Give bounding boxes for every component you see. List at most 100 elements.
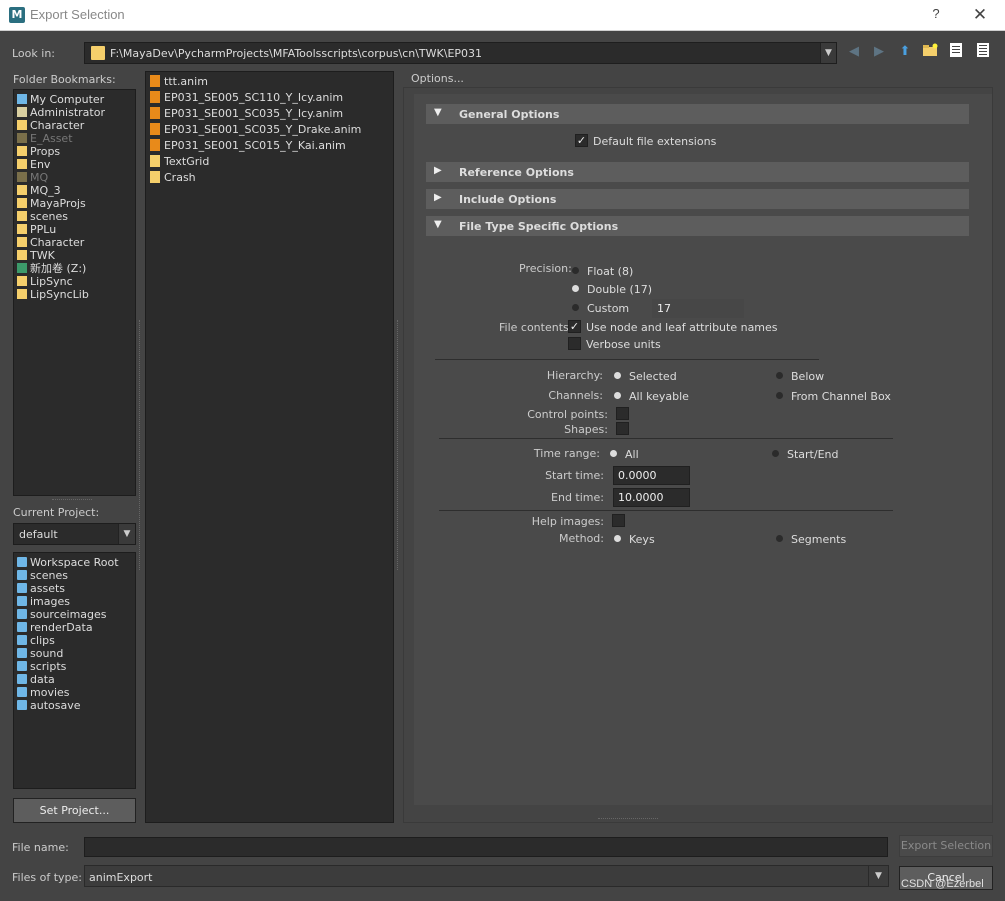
bookmark-item[interactable]: Administrator (17, 106, 105, 119)
bookmark-item[interactable]: MQ_3 (17, 184, 61, 197)
list-view-icon[interactable] (947, 43, 965, 61)
bookmark-item[interactable]: Character (17, 119, 84, 132)
chevron-down-icon[interactable]: ▼ (868, 866, 888, 886)
start-end-radio[interactable] (772, 450, 779, 457)
file-list[interactable]: ttt.anim EP031_SE005_SC110_Y_Icy.anim EP03… (145, 71, 394, 823)
bookmark-item[interactable]: Env (17, 158, 50, 171)
project-folder-label: sourceimages (30, 608, 107, 621)
chevron-down-icon[interactable]: ▼ (118, 524, 135, 544)
folder-icon (17, 622, 27, 632)
file-item[interactable]: Crash (150, 170, 196, 186)
file-name-input[interactable] (84, 837, 888, 857)
forward-arrow-icon[interactable]: ▶ (870, 43, 888, 61)
current-project-combo[interactable]: default ▼ (13, 523, 136, 545)
bookmark-label: 新加卷 (Z:) (30, 262, 87, 275)
up-folder-icon[interactable]: ⬆ (896, 43, 914, 61)
bookmark-item[interactable]: Character (17, 236, 84, 249)
general-options-header[interactable]: ▼ General Options (426, 104, 969, 124)
bookmark-item[interactable]: scenes (17, 210, 68, 223)
bookmark-item[interactable]: LipSyncLib (17, 288, 89, 301)
current-project-value: default (19, 528, 58, 541)
default-extensions-checkbox[interactable]: ✓ (575, 134, 588, 147)
all-keyable-radio[interactable] (614, 392, 621, 399)
splitter-grip[interactable] (598, 818, 658, 820)
reference-options-header[interactable]: ▶ Reference Options (426, 162, 969, 182)
bookmark-item[interactable]: MayaProjs (17, 197, 86, 210)
project-folder-item[interactable]: Workspace Root (17, 556, 119, 569)
method-label: Method: (559, 532, 604, 545)
file-item[interactable]: EP031_SE001_SC035_Y_Icy.anim (150, 106, 343, 122)
network-drive-icon (17, 263, 27, 273)
custom-radio[interactable] (572, 304, 579, 311)
bookmark-item[interactable]: My Computer (17, 93, 104, 106)
project-folder-item[interactable]: sourceimages (17, 608, 107, 621)
bookmark-item[interactable]: E_Asset (17, 132, 73, 145)
verbose-units-checkbox[interactable] (568, 337, 581, 350)
folder-icon (17, 661, 27, 671)
double-radio[interactable] (572, 285, 579, 292)
splitter-grip[interactable] (52, 499, 92, 501)
file-item[interactable]: ttt.anim (150, 74, 208, 90)
set-project-button[interactable]: Set Project... (13, 798, 136, 823)
file-name: EP031_SE001_SC035_Y_Drake.anim (164, 123, 362, 136)
new-folder-icon[interactable] (921, 43, 939, 61)
include-options-header[interactable]: ▶ Include Options (426, 189, 969, 209)
project-folder-item[interactable]: clips (17, 634, 55, 647)
use-node-names-checkbox[interactable]: ✓ (568, 320, 581, 333)
float-radio[interactable] (572, 267, 579, 274)
custom-precision-field[interactable]: 17 (652, 299, 744, 318)
project-folder-item[interactable]: images (17, 595, 70, 608)
project-folder-item[interactable]: scripts (17, 660, 66, 673)
use-node-names-label: Use node and leaf attribute names (586, 321, 778, 334)
title-bar: M Export Selection ? ✕ (0, 0, 1005, 31)
file-name: EP031_SE005_SC110_Y_Icy.anim (164, 91, 344, 104)
bookmark-item[interactable]: MQ (17, 171, 48, 184)
file-type-options-header[interactable]: ▼ File Type Specific Options (426, 216, 969, 236)
all-range-radio[interactable] (610, 450, 617, 457)
help-images-checkbox[interactable] (612, 514, 625, 527)
keys-radio[interactable] (614, 535, 621, 542)
close-button[interactable]: ✕ (968, 5, 992, 25)
selected-radio[interactable] (614, 372, 621, 379)
file-item[interactable]: EP031_SE001_SC035_Y_Drake.anim (150, 122, 361, 138)
control-points-label: Control points: (527, 408, 608, 421)
project-folder-item[interactable]: data (17, 673, 55, 686)
bookmark-item[interactable]: LipSync (17, 275, 73, 288)
detail-view-icon[interactable] (974, 43, 992, 61)
chevron-down-icon[interactable]: ▼ (820, 43, 836, 63)
project-folders-list[interactable]: Workspace Root scenes assets images sourceim… (13, 552, 136, 789)
splitter-grip[interactable] (139, 320, 141, 570)
project-folder-item[interactable]: scenes (17, 569, 68, 582)
project-folder-item[interactable]: sound (17, 647, 63, 660)
splitter-grip[interactable] (397, 320, 399, 570)
bookmark-label: My Computer (30, 93, 105, 106)
files-of-type-combo[interactable]: animExport ▼ (84, 865, 889, 887)
project-folder-item[interactable]: assets (17, 582, 65, 595)
file-item[interactable]: TextGrid (150, 154, 209, 170)
bookmark-item[interactable]: PPLu (17, 223, 56, 236)
back-arrow-icon[interactable]: ◀ (845, 43, 863, 61)
shapes-checkbox[interactable] (616, 422, 629, 435)
folder-icon (17, 687, 27, 697)
bookmark-item[interactable]: Props (17, 145, 60, 158)
help-button[interactable]: ? (926, 6, 946, 24)
time-range-label: Time range: (533, 447, 600, 460)
from-channel-box-radio[interactable] (776, 392, 783, 399)
end-time-field[interactable]: 10.0000 (613, 488, 690, 507)
project-folder-item[interactable]: movies (17, 686, 70, 699)
bookmark-item[interactable]: TWK (17, 249, 55, 262)
project-folder-item[interactable]: renderData (17, 621, 93, 634)
start-time-field[interactable]: 0.0000 (613, 466, 690, 485)
file-item[interactable]: EP031_SE001_SC015_Y_Kai.anim (150, 138, 346, 154)
export-selection-button[interactable]: Export Selection (899, 835, 993, 857)
help-images-label: Help images: (531, 515, 604, 528)
segments-radio[interactable] (776, 535, 783, 542)
project-folder-item[interactable]: autosave (17, 699, 81, 712)
bookmark-item[interactable]: 新加卷 (Z:) (17, 262, 86, 275)
control-points-checkbox[interactable] (616, 407, 629, 420)
file-item[interactable]: EP031_SE005_SC110_Y_Icy.anim (150, 90, 343, 106)
below-radio[interactable] (776, 372, 783, 379)
folder-bookmarks-list[interactable]: My Computer Administrator Character E_Asset… (13, 89, 136, 496)
look-in-combo[interactable]: F:\MayaDev\PycharmProjects\MFAToolsscrip… (84, 42, 837, 64)
collapsed-arrow-icon: ▶ (434, 192, 442, 203)
